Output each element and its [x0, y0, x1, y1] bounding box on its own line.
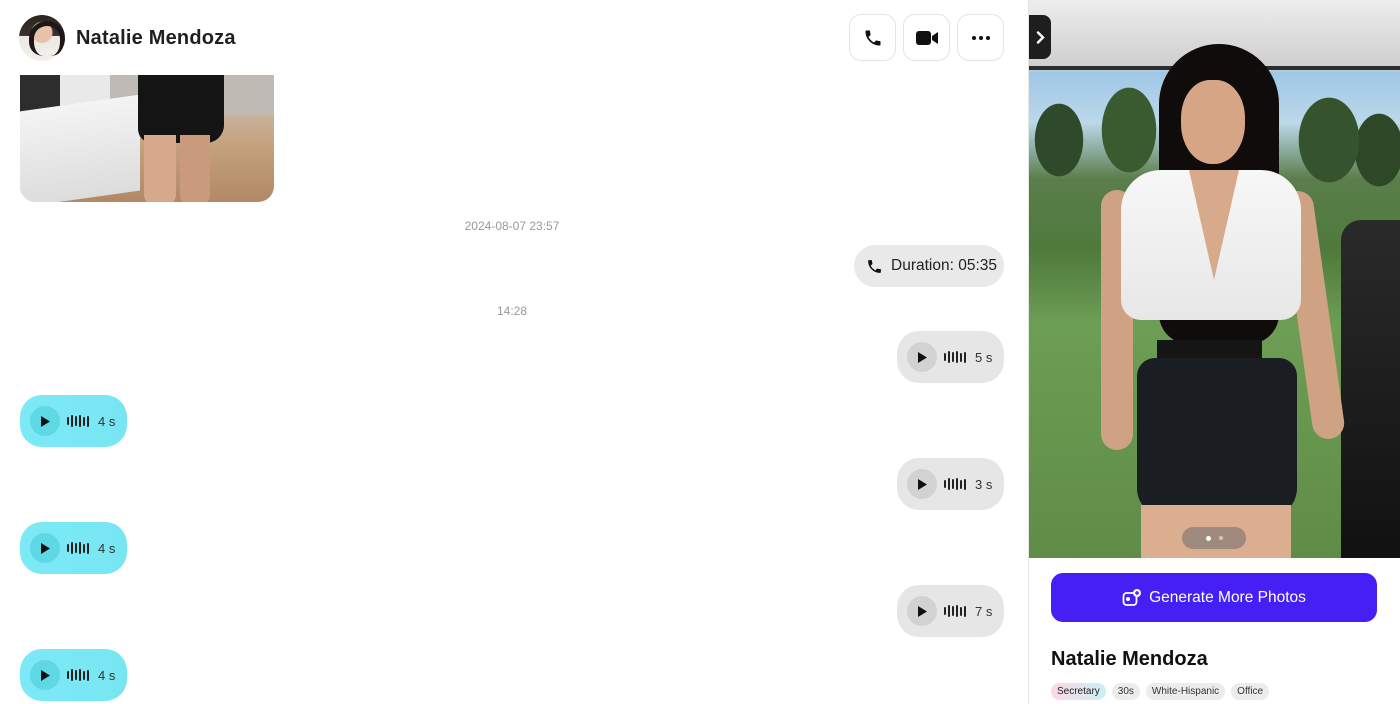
photo-subject — [1137, 358, 1297, 518]
photo-subject — [1181, 80, 1245, 164]
waveform-icon — [944, 478, 966, 490]
chat-header: Natalie Mendoza — [0, 0, 1028, 75]
voice-message[interactable]: 7 s — [897, 585, 1004, 637]
play-button[interactable] — [30, 406, 60, 436]
voice-message[interactable]: 3 s — [897, 458, 1004, 510]
call-duration: Duration: 05:35 — [891, 257, 997, 274]
more-horizontal-icon — [971, 35, 990, 40]
generate-more-photos-button[interactable]: Generate More Photos — [1051, 573, 1377, 622]
play-button[interactable] — [907, 342, 937, 372]
contact-name: Natalie Mendoza — [76, 27, 236, 49]
voice-message[interactable]: 4 s — [20, 522, 127, 574]
play-icon — [41, 669, 50, 681]
photo-subject-detail — [144, 135, 176, 202]
tag[interactable]: White-Hispanic — [1145, 683, 1226, 700]
avatar[interactable] — [19, 15, 65, 61]
waveform-icon — [944, 605, 966, 617]
tag[interactable]: 30s — [1111, 683, 1140, 700]
play-icon — [41, 415, 50, 427]
profile-photo[interactable] — [1029, 0, 1400, 558]
play-button[interactable] — [907, 596, 937, 626]
play-icon — [918, 351, 927, 363]
voice-call-button[interactable] — [849, 14, 896, 61]
voice-message[interactable]: 4 s — [20, 649, 127, 701]
chevron-right-icon — [1036, 30, 1045, 44]
play-icon — [918, 478, 927, 490]
call-record-bubble[interactable]: Duration: 05:35 — [854, 245, 1004, 287]
profile-name: Natalie Mendoza — [1051, 648, 1208, 670]
voice-duration: 3 s — [975, 476, 993, 492]
profile-panel: Generate More Photos Natalie Mendoza Sec… — [1028, 0, 1400, 704]
voice-duration: 7 s — [975, 603, 993, 619]
more-options-button[interactable] — [957, 14, 1004, 61]
photo-subject — [138, 75, 224, 143]
carousel-indicator — [1182, 527, 1246, 549]
profile-tags: Secretary 30s White-Hispanic Office — [1051, 683, 1270, 700]
message-timestamp: 2024-08-07 23:57 — [464, 219, 560, 233]
play-icon — [918, 605, 927, 617]
photo-subject-detail — [180, 135, 210, 202]
chat-column: Natalie Mendoza 2024-08-07 23:57 Duratio… — [0, 0, 1028, 704]
voice-message[interactable]: 4 s — [20, 395, 127, 447]
waveform-icon — [67, 415, 89, 427]
video-call-button[interactable] — [903, 14, 950, 61]
carousel-dot[interactable] — [1218, 536, 1223, 540]
waveform-icon — [67, 542, 89, 554]
waveform-icon — [67, 669, 89, 681]
voice-duration: 4 s — [98, 667, 116, 683]
add-photo-icon — [1122, 588, 1142, 606]
phone-icon — [865, 30, 880, 45]
carousel-dot-active[interactable] — [1205, 535, 1211, 541]
play-button[interactable] — [30, 660, 60, 690]
voice-message[interactable]: 5 s — [897, 331, 1004, 383]
collapse-panel-button[interactable] — [1029, 15, 1051, 59]
video-camera-icon — [915, 30, 938, 45]
phone-icon — [868, 259, 881, 273]
tag[interactable]: Office — [1231, 683, 1270, 700]
message-timestamp: 14:28 — [496, 304, 528, 318]
voice-duration: 4 s — [98, 540, 116, 556]
play-icon — [41, 542, 50, 554]
tag[interactable]: Secretary — [1051, 683, 1106, 700]
generate-button-label: Generate More Photos — [1149, 588, 1306, 606]
voice-duration: 4 s — [98, 413, 116, 429]
photo-message[interactable] — [20, 75, 274, 202]
play-button[interactable] — [30, 533, 60, 563]
voice-duration: 5 s — [975, 349, 993, 365]
photo-desk — [20, 94, 140, 202]
photo-scene — [1341, 220, 1400, 558]
waveform-icon — [944, 351, 966, 363]
play-button[interactable] — [907, 469, 937, 499]
